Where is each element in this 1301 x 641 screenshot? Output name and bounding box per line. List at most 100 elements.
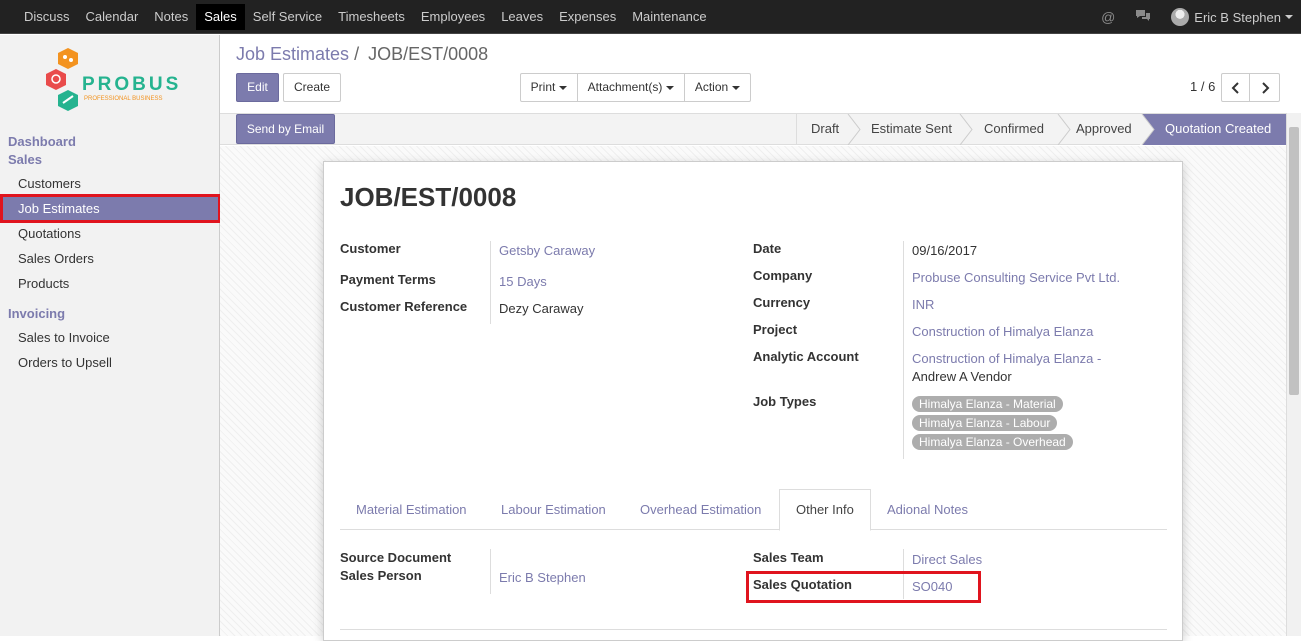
source-document-label: Source Document xyxy=(340,550,452,565)
sales-person-field[interactable]: Eric B Stephen xyxy=(499,570,586,585)
breadcrumb: Job Estimates / JOB/EST/0008 xyxy=(236,44,488,65)
stage-separator xyxy=(959,114,973,145)
customer-reference-label: Customer Reference xyxy=(340,299,468,314)
user-menu[interactable]: Eric B Stephen xyxy=(1171,8,1293,26)
chevron-left-icon xyxy=(1231,82,1239,94)
edit-button[interactable]: Edit xyxy=(236,73,279,102)
action-dropdown[interactable]: Action xyxy=(684,73,751,102)
pager-next-button[interactable] xyxy=(1249,73,1280,102)
menu-employees[interactable]: Employees xyxy=(413,4,493,30)
customer-field[interactable]: Getsby Caraway xyxy=(499,243,595,258)
print-dropdown[interactable]: Print xyxy=(520,73,578,102)
create-button[interactable]: Create xyxy=(283,73,341,102)
sidebar-item-sales-orders[interactable]: Sales Orders xyxy=(0,246,219,271)
sidebar-heading-invoicing: Invoicing xyxy=(8,306,66,321)
date-label: Date xyxy=(753,241,782,256)
vertical-scrollbar[interactable] xyxy=(1286,113,1301,636)
analytic-account-label: Analytic Account xyxy=(753,349,859,364)
menu-sales[interactable]: Sales xyxy=(196,4,245,30)
sidebar-item-sales-to-invoice[interactable]: Sales to Invoice xyxy=(0,325,219,350)
analytic-account-field[interactable]: Construction of Himalya Elanza - xyxy=(912,351,1101,366)
sales-team-field[interactable]: Direct Sales xyxy=(912,552,982,567)
menu-notes[interactable]: Notes xyxy=(146,4,196,30)
scrollbar-thumb[interactable] xyxy=(1289,127,1299,395)
sidebar-item-products[interactable]: Products xyxy=(0,271,219,296)
attachments-dropdown[interactable]: Attachment(s) xyxy=(577,73,685,102)
customer-reference-field: Dezy Caraway xyxy=(499,301,584,316)
menu-timesheets[interactable]: Timesheets xyxy=(330,4,413,30)
project-field[interactable]: Construction of Himalya Elanza xyxy=(912,324,1093,339)
form-sheet: JOB/EST/0008 Customer Payment Terms Cust… xyxy=(323,161,1183,641)
stage-quotation-created[interactable]: Quotation Created xyxy=(1142,114,1286,145)
stage-confirmed[interactable]: Confirmed xyxy=(984,114,1044,145)
sidebar-item-orders-to-upsell[interactable]: Orders to Upsell xyxy=(0,350,219,375)
print-label: Print xyxy=(530,80,556,94)
stage-approved[interactable]: Approved xyxy=(1076,114,1132,145)
field-divider xyxy=(490,549,491,594)
sidebar-item-quotations[interactable]: Quotations xyxy=(0,221,219,246)
menu-maintenance[interactable]: Maintenance xyxy=(624,4,714,30)
send-by-email-button[interactable]: Send by Email xyxy=(236,114,335,144)
sales-person-label: Sales Person xyxy=(340,568,422,583)
stage-separator xyxy=(1057,114,1071,145)
avatar xyxy=(1171,8,1190,26)
stage-separator xyxy=(1140,114,1155,145)
logo-text: PROBUSE xyxy=(82,74,182,95)
topbar-right: @ Eric B Stephen xyxy=(1101,4,1293,30)
stage-estimate-sent[interactable]: Estimate Sent xyxy=(871,114,952,145)
section-divider xyxy=(340,629,1167,630)
job-type-tag[interactable]: Himalya Elanza - Overhead xyxy=(912,434,1073,450)
menu-leaves[interactable]: Leaves xyxy=(493,4,551,30)
user-name: Eric B Stephen xyxy=(1194,9,1281,25)
record-title: JOB/EST/0008 xyxy=(340,182,517,212)
menu-self-service[interactable]: Self Service xyxy=(245,4,330,30)
breadcrumb-parent[interactable]: Job Estimates xyxy=(236,44,349,64)
action-label: Action xyxy=(694,80,729,94)
project-label: Project xyxy=(753,322,798,337)
tab-overhead-estimation[interactable]: Overhead Estimation xyxy=(624,489,777,530)
sidebar-heading-sales: Sales xyxy=(8,152,42,167)
top-navbar: Discuss Calendar Notes Sales Self Servic… xyxy=(0,0,1301,34)
stage-quotation-created-label: Quotation Created xyxy=(1165,121,1272,136)
company-logo: PROBUSE PROFESSIONAL BUSINESS xyxy=(40,45,194,121)
job-type-tag[interactable]: Himalya Elanza - Labour xyxy=(912,415,1058,431)
form-statusbar: Send by Email Draft Estimate Sent Confir… xyxy=(220,113,1286,145)
breadcrumb-separator: / xyxy=(354,44,360,64)
chevron-down-icon xyxy=(1285,15,1293,19)
currency-field[interactable]: INR xyxy=(912,297,934,312)
field-divider xyxy=(903,241,904,459)
pager-previous-button[interactable] xyxy=(1221,73,1250,102)
tab-labour-estimation[interactable]: Labour Estimation xyxy=(485,489,622,530)
highlight-box-sales-quotation xyxy=(746,571,981,603)
sidebar-item-customers[interactable]: Customers xyxy=(0,171,219,196)
job-type-tag[interactable]: Himalya Elanza - Material xyxy=(912,396,1063,412)
logo-tagline: PROFESSIONAL BUSINESS xyxy=(84,96,162,102)
sidebar-heading-dashboard[interactable]: Dashboard xyxy=(8,134,76,149)
date-field: 09/16/2017 xyxy=(912,243,978,258)
notebook-tabs: Material Estimation Labour Estimation Ov… xyxy=(340,489,1167,531)
stage-divider xyxy=(796,114,797,145)
company-label: Company xyxy=(753,268,813,283)
at-sign-icon[interactable]: @ xyxy=(1101,9,1115,25)
sales-team-label: Sales Team xyxy=(753,550,824,565)
chevron-right-icon xyxy=(1261,82,1269,94)
currency-label: Currency xyxy=(753,295,811,310)
chevron-down-icon xyxy=(732,85,741,90)
analytic-account-field-line2: Andrew A Vendor xyxy=(912,369,1012,384)
menu-calendar[interactable]: Calendar xyxy=(78,4,147,30)
job-types-label: Job Types xyxy=(753,394,817,409)
tab-additional-notes[interactable]: Adional Notes xyxy=(871,489,984,530)
tab-other-info[interactable]: Other Info xyxy=(779,489,871,531)
chat-bubbles-icon[interactable] xyxy=(1135,9,1151,26)
payment-terms-label: Payment Terms xyxy=(340,272,436,287)
pager-value[interactable]: 1 / 6 xyxy=(1190,79,1215,94)
tab-material-estimation[interactable]: Material Estimation xyxy=(340,489,483,530)
attachments-label: Attachment(s) xyxy=(587,80,663,94)
payment-terms-field[interactable]: 15 Days xyxy=(499,274,547,289)
menu-discuss[interactable]: Discuss xyxy=(16,4,78,30)
customer-label: Customer xyxy=(340,241,401,256)
highlight-box-job-estimates xyxy=(0,194,221,223)
menu-expenses[interactable]: Expenses xyxy=(551,4,624,30)
company-field[interactable]: Probuse Consulting Service Pvt Ltd. xyxy=(912,270,1120,285)
stage-draft[interactable]: Draft xyxy=(811,114,839,145)
